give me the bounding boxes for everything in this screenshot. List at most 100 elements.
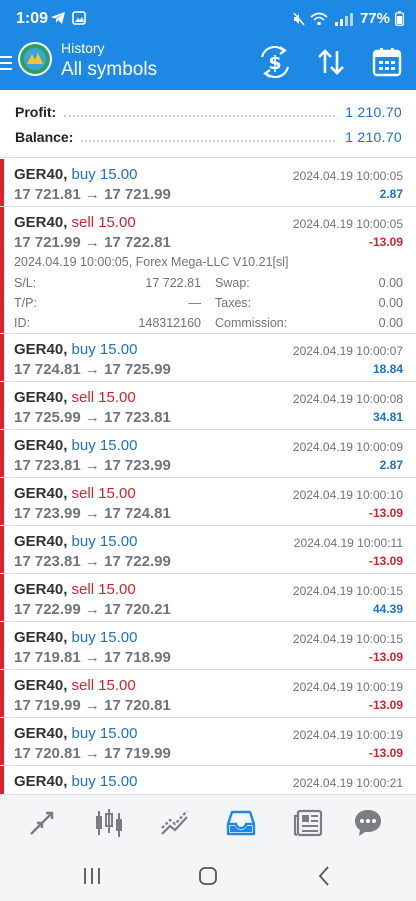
summary-panel: Profit: 1 210.70 Balance: 1 210.70: [0, 90, 416, 158]
metatrader-logo-icon: [20, 44, 50, 74]
deal-row[interactable]: GER40, sell 15.00 17 722.99 → 17 720.21 …: [0, 574, 416, 622]
deal-profit: -13.09: [368, 235, 403, 249]
profit-row: Profit: 1 210.70: [15, 100, 402, 124]
deal-row[interactable]: GER40, buy 15.00 17 723.81 → 17 722.99 2…: [0, 526, 416, 574]
deal-side: buy 15.00: [71, 437, 138, 454]
deal-symbol: GER40,: [14, 629, 68, 646]
deal-time: 2024.04.19 10:00:08: [292, 392, 403, 406]
commission-value: 0.00: [378, 316, 403, 330]
sl-value: 17 722.81: [145, 276, 201, 290]
deal-row[interactable]: GER40, sell 15.00 17 725.99 → 17 723.81 …: [0, 382, 416, 430]
deal-row[interactable]: GER40, buy 15.00 17 721.81 → 17 721.99 2…: [0, 159, 416, 207]
sort-arrows-icon[interactable]: [315, 46, 347, 78]
status-time: 1:09: [16, 10, 49, 27]
trend-chart-icon[interactable]: [159, 807, 191, 839]
deal-detail-info: 2024.04.19 10:00:05, Forex Mega-LLC V10.…: [14, 255, 289, 269]
deal-profit: 18.84: [372, 362, 403, 376]
section-label: History: [61, 40, 105, 56]
deal-row[interactable]: GER40, buy 15.00 17 719.81 → 17 718.99 2…: [0, 622, 416, 670]
deal-side: sell 15.00: [71, 677, 136, 694]
calendar-icon[interactable]: [371, 46, 403, 78]
menu-button[interactable]: [0, 52, 14, 74]
profit-value: 1 210.70: [345, 104, 402, 120]
deal-side: buy 15.00: [71, 629, 138, 646]
deal-prices: 17 721.99 → 17 722.81: [14, 234, 171, 251]
deal-prices: 17 719.99 → 17 720.81: [14, 697, 171, 714]
deal-symbol: GER40,: [14, 437, 68, 454]
deal-profit: -13.09: [368, 506, 403, 520]
taxes-label: Taxes:: [215, 296, 252, 310]
deal-profit: -13.09: [368, 746, 403, 760]
deal-row[interactable]: GER40, buy 15.00 2024.04.19 10:00:21: [0, 766, 416, 794]
deal-row-expanded[interactable]: GER40, sell 15.00 17 721.99 → 17 722.81 …: [0, 207, 416, 334]
deal-symbol: GER40,: [14, 581, 68, 598]
deal-symbol: GER40,: [14, 725, 68, 742]
currency-exchange-icon[interactable]: $: [259, 46, 291, 78]
deal-profit: 2.87: [379, 458, 403, 472]
deal-time: 2024.04.19 10:00:05: [292, 217, 403, 231]
deal-profit: 2.87: [379, 187, 403, 201]
deal-profit: -13.09: [368, 650, 403, 664]
deal-time: 2024.04.19 10:00:15: [292, 584, 403, 598]
home-icon[interactable]: [196, 864, 220, 888]
wifi-icon: [310, 12, 328, 25]
recent-apps-icon[interactable]: [80, 864, 104, 888]
deal-side: buy 15.00: [71, 725, 138, 742]
deal-prices: 17 720.81 → 17 719.99: [14, 745, 171, 762]
deal-side: buy 15.00: [71, 166, 138, 183]
gallery-icon: [72, 11, 86, 25]
deal-time: 2024.04.19 10:00:07: [292, 344, 403, 358]
deal-side: sell 15.00: [71, 214, 136, 231]
deal-profit: 34.81: [372, 410, 403, 424]
deal-prices: 17 722.99 → 17 720.21: [14, 601, 171, 618]
back-icon[interactable]: [313, 864, 337, 888]
deal-side: buy 15.00: [71, 533, 138, 550]
deal-row[interactable]: GER40, sell 15.00 17 723.99 → 17 724.81 …: [0, 478, 416, 526]
balance-row: Balance: 1 210.70: [15, 125, 402, 149]
deal-row[interactable]: GER40, buy 15.00 17 723.81 → 17 723.99 2…: [0, 430, 416, 478]
deal-profit: 44.39: [372, 602, 403, 616]
system-navigation-bar: [0, 850, 416, 901]
balance-label: Balance:: [15, 129, 74, 145]
history-inbox-icon[interactable]: [225, 807, 257, 839]
deal-side: sell 15.00: [71, 389, 136, 406]
deal-time: 2024.04.19 10:00:10: [292, 488, 403, 502]
deal-row[interactable]: GER40, buy 15.00 17 720.81 → 17 719.99 2…: [0, 718, 416, 766]
trade-arrows-icon[interactable]: [26, 807, 58, 839]
deal-time: 2024.04.19 10:00:21: [292, 776, 403, 790]
taxes-value: 0.00: [378, 296, 403, 310]
status-bar: 1:09 77%: [0, 0, 416, 40]
deal-symbol: GER40,: [14, 166, 68, 183]
news-icon[interactable]: [292, 807, 324, 839]
deal-symbol: GER40,: [14, 341, 68, 358]
app-logo: [18, 42, 52, 76]
deal-time: 2024.04.19 10:00:19: [292, 728, 403, 742]
battery-level: 77%: [359, 10, 390, 27]
deal-time: 2024.04.19 10:00:19: [292, 680, 403, 694]
deal-prices: 17 721.81 → 17 721.99: [14, 186, 171, 203]
tp-value: —: [188, 296, 202, 310]
telegram-icon: [51, 12, 65, 24]
swap-label: Swap:: [215, 276, 250, 290]
bottom-toolbar: [0, 794, 416, 850]
deal-symbol: GER40,: [14, 677, 68, 694]
deal-symbol: GER40,: [14, 533, 68, 550]
deal-prices: 17 723.81 → 17 723.99: [14, 457, 171, 474]
deal-side: sell 15.00: [71, 485, 136, 502]
chat-icon[interactable]: [352, 807, 384, 839]
page-title[interactable]: All symbols: [61, 59, 157, 81]
candlestick-chart-icon[interactable]: [93, 807, 125, 839]
deals-list[interactable]: GER40, buy 15.00 17 721.81 → 17 721.99 2…: [0, 159, 416, 794]
deal-profit: -13.09: [368, 554, 403, 568]
deal-time: 2024.04.19 10:00:05: [292, 169, 403, 183]
deal-row[interactable]: GER40, buy 15.00 17 724.81 → 17 725.99 2…: [0, 334, 416, 382]
deal-prices: 17 725.99 → 17 723.81: [14, 409, 171, 426]
deal-row[interactable]: GER40, sell 15.00 17 719.99 → 17 720.81 …: [0, 670, 416, 718]
sl-label: S/L:: [14, 276, 37, 290]
id-value: 148312160: [138, 316, 201, 330]
deal-profit: -13.09: [368, 698, 403, 712]
deal-side: buy 15.00: [71, 341, 138, 358]
app-bar: History All symbols $: [0, 40, 416, 90]
swap-value: 0.00: [378, 276, 403, 290]
deal-prices: 17 723.99 → 17 724.81: [14, 505, 171, 522]
